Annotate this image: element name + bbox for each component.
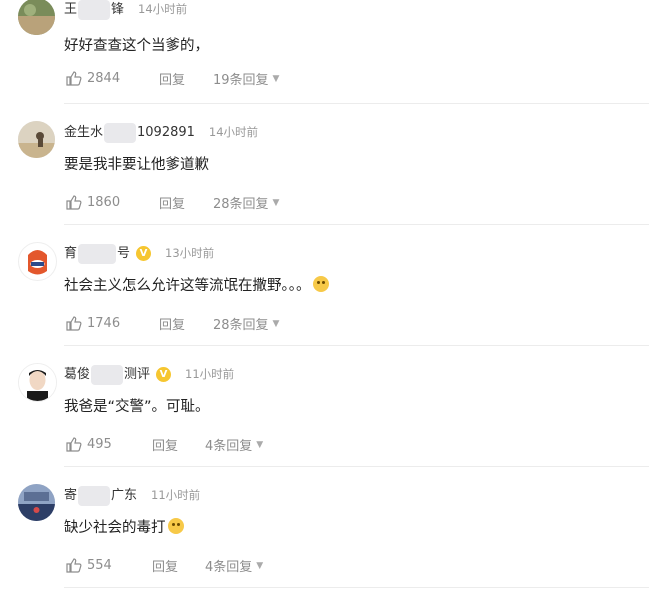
chevron-down-icon: ▼ [256,560,264,571]
comment-text: 我爸是“交警”。可耻。 [64,399,210,415]
username[interactable]: 金生水 1092891 [64,121,195,143]
redaction-blur [104,122,137,143]
avatar[interactable] [18,0,55,35]
comment-meta: 寄 广东 11小时前 [64,484,201,506]
view-replies-button[interactable]: 19条回复 ▼ [213,69,279,88]
username[interactable]: 葛俊 测评 [64,363,150,385]
username-suffix: 1092891 [137,125,195,141]
like-count: 1860 [87,194,121,210]
divider [64,345,649,346]
like-button[interactable]: 2844 [66,71,120,86]
comment-meta: 金生水 1092891 14小时前 [64,121,259,143]
avatar[interactable] [18,121,55,158]
comment-text-content: 社会主义怎么允许这等流氓在撒野。。。 [64,278,311,294]
username[interactable]: 王锋 [64,0,124,20]
chevron-down-icon: ▼ [272,73,280,84]
comment-text: 好好查查这个当爹的， [64,38,209,54]
username-suffix: 测评 [124,367,151,383]
redaction-blur [78,485,111,506]
reply-button[interactable]: 回复 [152,556,178,575]
avatar[interactable] [18,363,57,402]
replies-count: 28条回复 [213,318,269,333]
like-count: 2844 [87,70,121,86]
timestamp: 11小时前 [185,367,235,381]
like-count: 1746 [87,315,121,331]
username-suffix: 锋 [111,2,125,18]
chevron-down-icon: ▼ [272,318,280,329]
redaction-blur [78,243,117,264]
comment-actions: 1746 回复 28条回复 ▼ [66,314,279,333]
username-prefix: 金生水 [64,125,104,141]
replies-count: 28条回复 [213,197,269,212]
username-prefix: 王 [64,2,78,18]
verified-badge-icon: V [136,245,152,261]
chevron-down-icon: ▼ [256,439,264,450]
replies-count: 4条回复 [205,560,253,575]
avatar[interactable] [18,484,55,521]
like-count: 495 [87,436,112,452]
thumbs-up-icon [66,315,82,331]
chevron-down-icon: ▼ [272,197,280,208]
replies-count: 19条回复 [213,73,269,88]
comment-actions: 495 回复 4条回复 ▼ [66,435,263,454]
redaction-blur [91,364,124,385]
divider [64,587,649,588]
like-button[interactable]: 495 [66,437,112,452]
comment-meta: 葛俊 测评 V 11小时前 [64,363,235,385]
comment-meta: 王锋 14小时前 [64,0,188,20]
comment-text: 缺少社会的毒打 [64,516,184,537]
divider [64,224,649,225]
timestamp: 14小时前 [138,2,188,16]
verified-badge-icon: V [156,366,172,382]
laughing-emoji-icon [167,518,184,534]
reply-button[interactable]: 回复 [159,314,185,333]
username-prefix: 育 [64,246,78,262]
laughing-emoji-icon [312,276,329,292]
comment-text: 要是我非要让他爹道歉 [64,157,209,173]
timestamp: 13小时前 [165,246,215,260]
divider [64,466,649,467]
reply-button[interactable]: 回复 [159,69,185,88]
like-button[interactable]: 1860 [66,195,120,210]
thumbs-up-icon [66,557,82,573]
timestamp: 11小时前 [151,488,201,502]
comment-text: 社会主义怎么允许这等流氓在撒野。。。 [64,274,329,295]
divider [64,103,649,104]
replies-count: 4条回复 [205,439,253,454]
comment-text-content: 缺少社会的毒打 [64,520,166,536]
thumbs-up-icon [66,194,82,210]
username[interactable]: 育号 [64,242,130,264]
username-suffix: 号 [117,246,131,262]
comment-actions: 2844 回复 19条回复 ▼ [66,69,279,88]
comment-actions: 554 回复 4条回复 ▼ [66,556,263,575]
username-suffix: 广东 [111,488,138,504]
reply-button[interactable]: 回复 [159,193,185,212]
like-button[interactable]: 554 [66,558,112,573]
view-replies-button[interactable]: 28条回复 ▼ [213,314,279,333]
username-prefix: 葛俊 [64,367,91,383]
comment-list: 王锋 14小时前 好好查查这个当爹的， 2844 回复 19条回复 ▼ 金生水 … [0,0,649,590]
comment-meta: 育号 V 13小时前 [64,242,215,264]
reply-button[interactable]: 回复 [152,435,178,454]
username-prefix: 寄 [64,488,78,504]
comment-actions: 1860 回复 28条回复 ▼ [66,193,279,212]
avatar[interactable] [18,242,57,281]
redaction-blur [78,0,111,20]
username[interactable]: 寄 广东 [64,484,137,506]
timestamp: 14小时前 [208,125,259,139]
like-button[interactable]: 1746 [66,316,120,331]
comment-item: 王锋 14小时前 好好查查这个当爹的， 2844 回复 19条回复 ▼ [0,0,649,119]
like-count: 554 [87,557,112,573]
thumbs-up-icon [66,436,82,452]
view-replies-button[interactable]: 4条回复 ▼ [205,435,263,454]
view-replies-button[interactable]: 28条回复 ▼ [213,193,279,212]
view-replies-button[interactable]: 4条回复 ▼ [205,556,263,575]
thumbs-up-icon [66,70,82,86]
